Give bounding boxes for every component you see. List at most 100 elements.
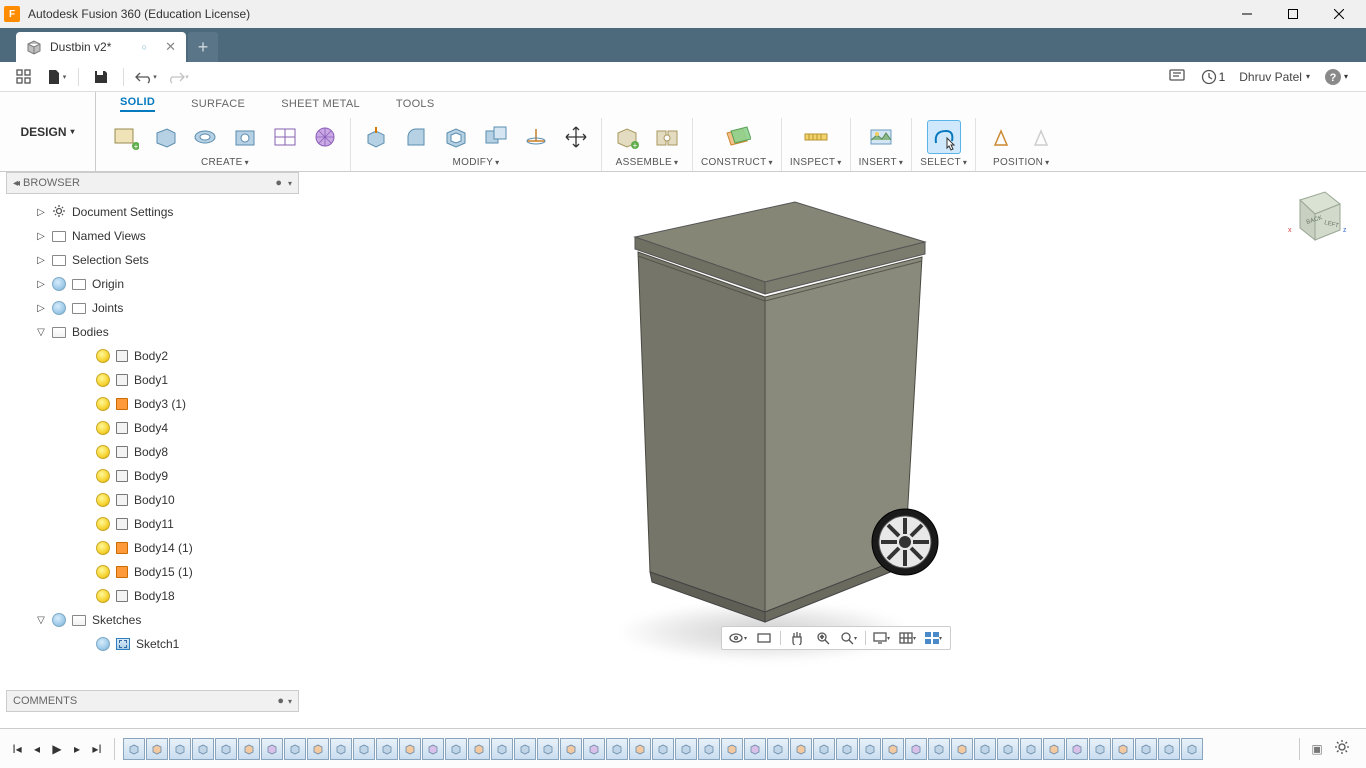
ribbon-tab-surface[interactable]: SURFACE — [191, 98, 245, 110]
timeline-feature[interactable] — [284, 738, 306, 760]
display-settings-button[interactable]: ▾ — [872, 629, 892, 647]
bulb-icon[interactable] — [96, 421, 110, 435]
save-button[interactable] — [89, 65, 113, 89]
timeline-feature[interactable] — [169, 738, 191, 760]
view-cube[interactable]: BACK LEFT x z — [1280, 182, 1350, 252]
timeline-feature[interactable] — [1181, 738, 1203, 760]
tool-group-label[interactable]: MODIFY▾ — [452, 157, 499, 168]
maximize-button[interactable] — [1270, 0, 1316, 28]
zoom-button[interactable]: + — [813, 629, 833, 647]
body-icon[interactable] — [116, 350, 128, 362]
bulb-icon[interactable] — [96, 517, 110, 531]
fit-button[interactable]: ▾ — [839, 629, 859, 647]
tree-row[interactable]: Body15 (1) — [4, 560, 301, 584]
comments-dropdown-icon[interactable]: ▾ — [288, 697, 292, 706]
timeline-feature[interactable] — [1158, 738, 1180, 760]
tree-row[interactable]: Body8 — [4, 440, 301, 464]
folder-exp-icon[interactable] — [52, 327, 66, 338]
tree-row[interactable]: ▷Document Settings — [4, 200, 301, 224]
bulb-dim-icon[interactable] — [52, 277, 66, 291]
body-orange-icon[interactable] — [116, 398, 128, 410]
comments-header[interactable]: COMMENTS ● ▾ — [6, 690, 299, 712]
viewport-3d[interactable]: BACK LEFT x z ▾ + ▾ ▾ ▾ ▾ — [305, 172, 1366, 712]
new-component-button[interactable]: + — [610, 120, 644, 154]
ribbon-tab-solid[interactable]: SOLID — [120, 96, 155, 112]
press-pull-button[interactable] — [359, 120, 393, 154]
tree-row[interactable]: Body3 (1) — [4, 392, 301, 416]
timeline-next-button[interactable]: ▸ — [68, 740, 86, 758]
timeline-start-button[interactable]: I◂ — [8, 740, 26, 758]
timeline-feature[interactable] — [514, 738, 536, 760]
timeline-prev-button[interactable]: ◂ — [28, 740, 46, 758]
timeline-settings-button[interactable] — [1334, 739, 1358, 758]
viewport-layout-button[interactable]: ▾ — [924, 629, 944, 647]
body-icon[interactable] — [116, 590, 128, 602]
timeline-marker[interactable]: ▣ — [1308, 740, 1326, 758]
model-dustbin[interactable] — [535, 172, 1235, 692]
body-icon[interactable] — [116, 446, 128, 458]
browser-header[interactable]: ◂◂ BROWSER ● ▾ — [6, 172, 299, 194]
timeline-feature[interactable] — [1020, 738, 1042, 760]
align-button[interactable] — [519, 120, 553, 154]
tree-row[interactable]: ▽Sketches — [4, 608, 301, 632]
timeline-feature[interactable] — [123, 738, 145, 760]
body-orange-icon[interactable] — [116, 542, 128, 554]
tab-close-icon[interactable]: ✕ — [165, 39, 176, 55]
bulb-icon[interactable] — [96, 565, 110, 579]
collapse-icon[interactable]: ◂◂ — [13, 178, 17, 189]
select-button[interactable] — [927, 120, 961, 154]
measure-button[interactable] — [799, 120, 833, 154]
tree-row[interactable]: Body9 — [4, 464, 301, 488]
revolve-button[interactable] — [188, 120, 222, 154]
sketch-icon[interactable] — [116, 638, 130, 650]
folder-icon[interactable] — [52, 231, 66, 242]
timeline-feature[interactable] — [767, 738, 789, 760]
tree-row[interactable]: Body14 (1) — [4, 536, 301, 560]
tree-row[interactable]: Body4 — [4, 416, 301, 440]
timeline-feature[interactable] — [836, 738, 858, 760]
timeline-feature[interactable] — [238, 738, 260, 760]
timeline-feature[interactable] — [445, 738, 467, 760]
folder-icon[interactable] — [52, 255, 66, 266]
form-button[interactable] — [268, 120, 302, 154]
position-capture-button[interactable] — [984, 120, 1018, 154]
folder-exp-icon[interactable] — [72, 615, 86, 626]
grid-settings-button[interactable]: ▾ — [898, 629, 918, 647]
browser-dropdown-icon[interactable]: ▾ — [288, 179, 292, 188]
timeline-feature[interactable] — [813, 738, 835, 760]
joint-button[interactable] — [650, 120, 684, 154]
timeline-feature[interactable] — [974, 738, 996, 760]
look-at-button[interactable] — [754, 629, 774, 647]
tree-row[interactable]: ▷Origin — [4, 272, 301, 296]
body-icon[interactable] — [116, 470, 128, 482]
timeline-feature[interactable] — [882, 738, 904, 760]
tree-row[interactable]: ▷Named Views — [4, 224, 301, 248]
tool-group-label[interactable]: INSERT▾ — [859, 157, 904, 168]
bulb-dim-icon[interactable] — [96, 637, 110, 651]
timeline-feature[interactable] — [859, 738, 881, 760]
timeline-feature[interactable] — [376, 738, 398, 760]
body-icon[interactable] — [116, 374, 128, 386]
new-tab-button[interactable]: + — [188, 32, 218, 62]
tree-row[interactable]: Body18 — [4, 584, 301, 608]
tree-row[interactable]: ▷Selection Sets — [4, 248, 301, 272]
body-icon[interactable] — [116, 422, 128, 434]
timeline-feature[interactable] — [468, 738, 490, 760]
body-icon[interactable] — [116, 494, 128, 506]
ribbon-tab-tools[interactable]: TOOLS — [396, 98, 435, 110]
hole-button[interactable] — [228, 120, 262, 154]
timeline-feature[interactable] — [744, 738, 766, 760]
timeline-feature[interactable] — [1135, 738, 1157, 760]
create-sketch-button[interactable]: + — [108, 120, 142, 154]
bulb-icon[interactable] — [96, 541, 110, 555]
timeline-feature[interactable] — [1112, 738, 1134, 760]
workspace-selector[interactable]: DESIGN▾ — [0, 92, 96, 171]
bulb-icon[interactable] — [96, 373, 110, 387]
expand-arrow[interactable]: ▷ — [36, 279, 46, 290]
insert-button[interactable] — [864, 120, 898, 154]
bulb-icon[interactable] — [96, 445, 110, 459]
tree-row[interactable]: ▽Bodies — [4, 320, 301, 344]
user-menu[interactable]: Dhruv Patel▾ — [1239, 70, 1310, 84]
timeline-feature[interactable] — [146, 738, 168, 760]
tool-group-label[interactable]: INSPECT▾ — [790, 157, 842, 168]
